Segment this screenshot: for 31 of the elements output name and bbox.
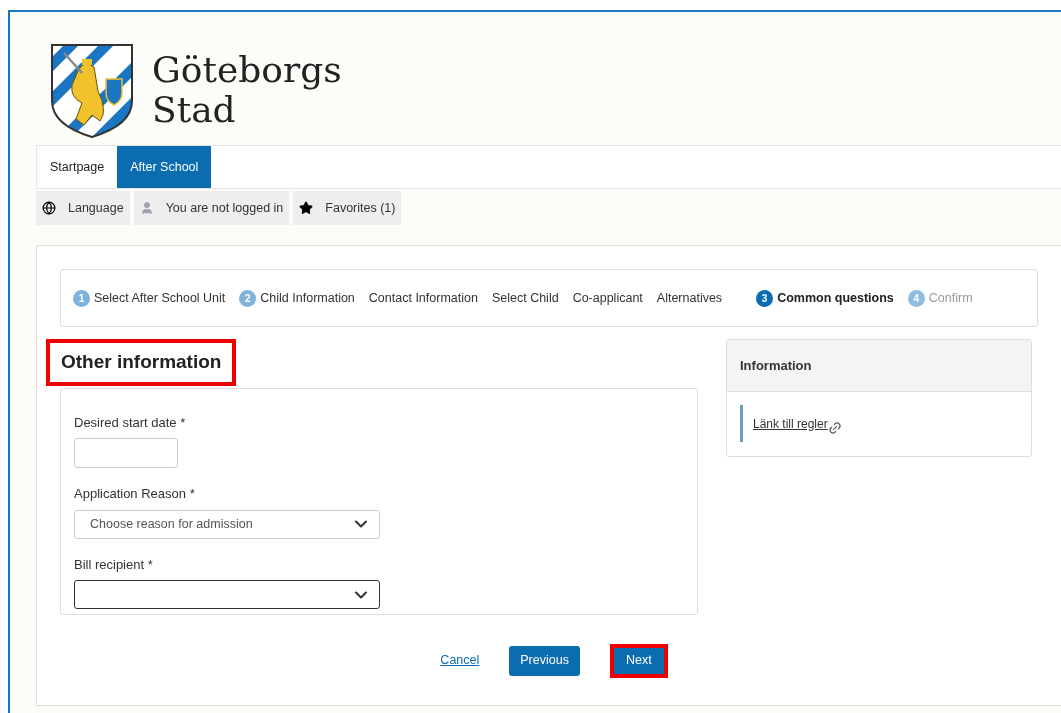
step-label[interactable]: Alternatives (656, 288, 723, 308)
section-heading: Other information (46, 339, 237, 386)
step-number: 4 (907, 289, 925, 307)
globe-icon (42, 201, 56, 215)
field-label: Application Reason * (74, 485, 196, 503)
rules-link[interactable]: Länk till regler (753, 414, 828, 433)
step-label[interactable]: Co-applicant (572, 288, 643, 308)
info-title: Information (740, 356, 812, 375)
utility-button[interactable]: Favorites (1) (293, 191, 402, 225)
date-input[interactable] (74, 438, 178, 468)
select-field[interactable]: Choose reason for admission (74, 509, 380, 539)
field-label: Desired start date * (74, 413, 187, 432)
step-number: 1 (73, 289, 90, 307)
previous-button[interactable]: Previous (509, 645, 580, 676)
step-number: 3 (756, 289, 774, 307)
step-label[interactable]: Common questions (777, 288, 894, 308)
field-label: Bill recipient * (74, 555, 154, 574)
utility-button[interactable]: You are not logged in (133, 191, 290, 225)
nav-tab[interactable]: After School (117, 146, 212, 188)
next-button[interactable]: Next (609, 643, 668, 678)
step-number: 2 (239, 289, 257, 307)
user-icon (139, 201, 154, 215)
step-label[interactable]: Select After School Unit (94, 288, 226, 308)
step-label[interactable]: Select Child (491, 288, 559, 308)
cancel-link[interactable]: Cancel (440, 651, 480, 670)
utility-button[interactable]: Language (36, 191, 130, 225)
step-label[interactable]: Child Information (260, 288, 355, 308)
step-label[interactable]: Contact Information (368, 288, 478, 308)
select-field[interactable] (74, 580, 380, 609)
star-icon (299, 201, 314, 215)
city-name: Göteborgs Stad (152, 49, 342, 130)
